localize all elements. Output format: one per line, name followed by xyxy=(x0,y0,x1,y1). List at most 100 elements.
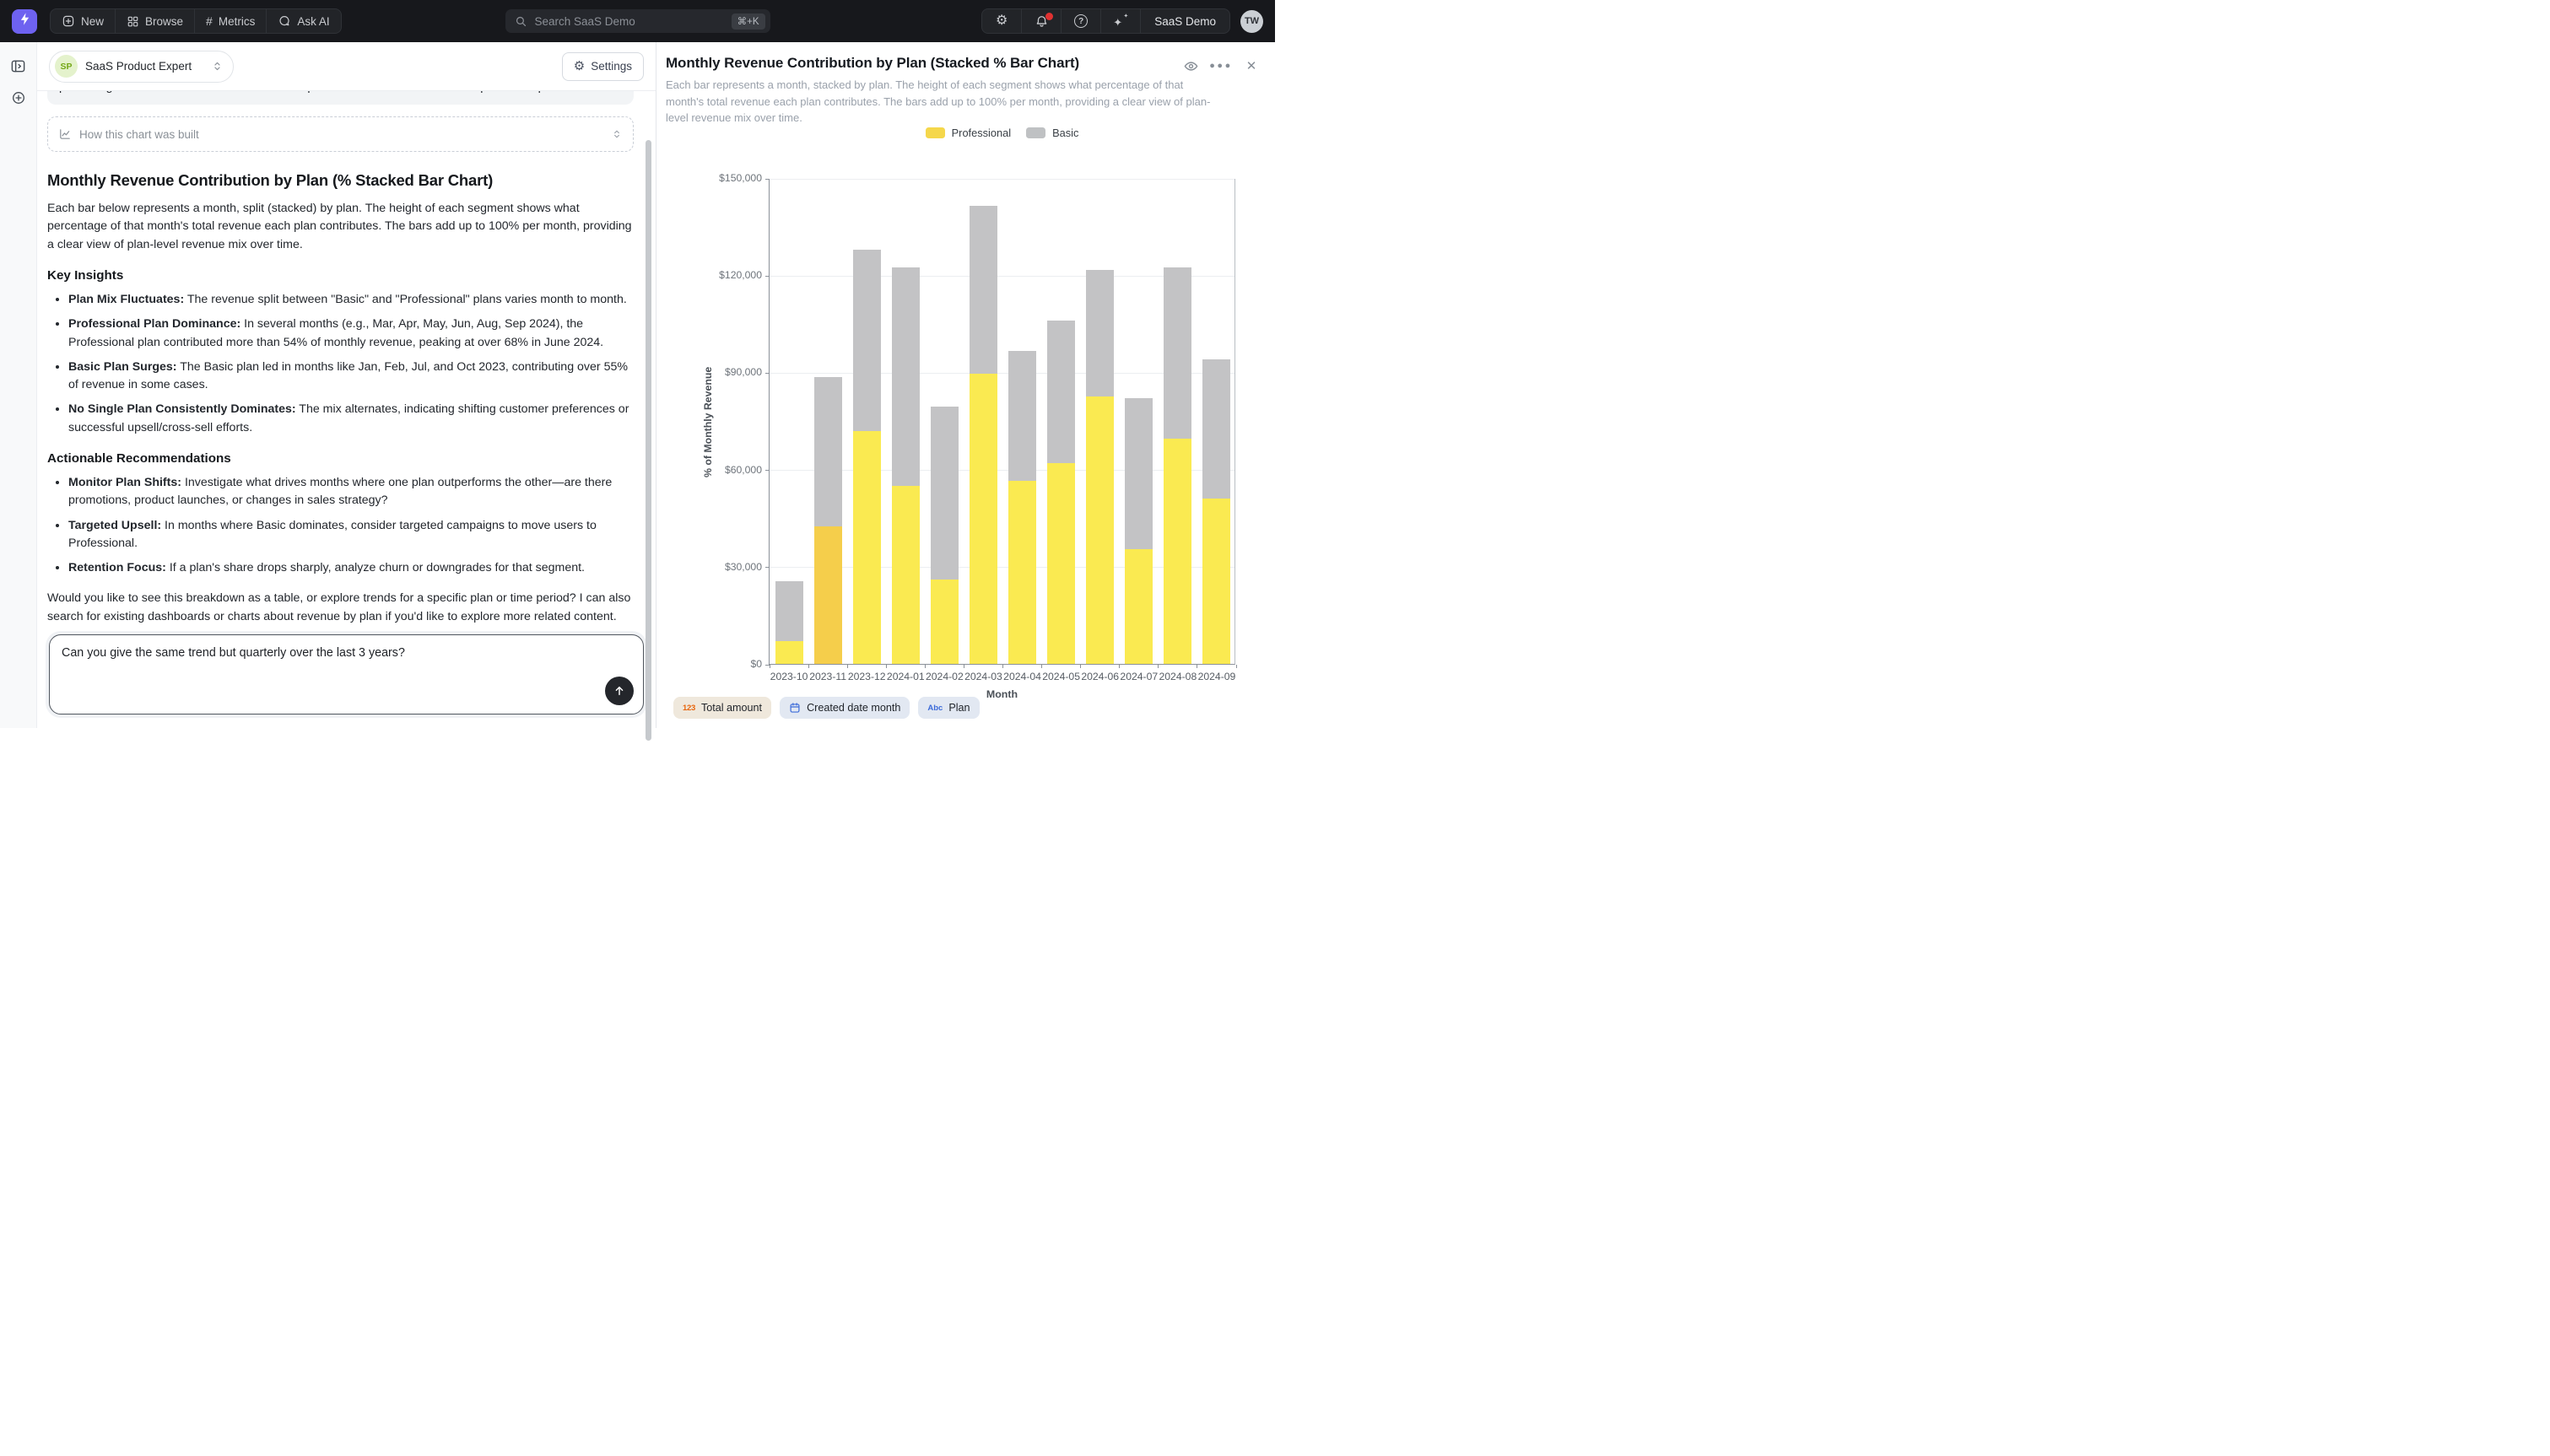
legend-label: Professional xyxy=(952,127,1011,139)
more-options-button[interactable]: ●●● xyxy=(1212,57,1230,75)
segment-professional[interactable] xyxy=(1164,439,1191,664)
bar-2024-05[interactable] xyxy=(1047,321,1075,664)
x-tick-label: 2023-10 xyxy=(770,671,808,682)
y-tick-label: $150,000 xyxy=(706,172,762,184)
chat-scroll-area[interactable]: 3 minutes ago give me a bar chart where … xyxy=(37,91,656,633)
ai-assistant-button[interactable]: ✦✦ xyxy=(1101,9,1140,33)
x-tick-mark xyxy=(886,665,887,668)
response-intro: Each bar below represents a month, split… xyxy=(47,200,634,254)
segment-basic[interactable] xyxy=(970,206,997,375)
segment-basic[interactable] xyxy=(1164,267,1191,439)
gridline xyxy=(770,179,1234,180)
response-title: Monthly Revenue Contribution by Plan (% … xyxy=(47,171,634,190)
segment-basic[interactable] xyxy=(1047,321,1075,463)
x-tick-label: 2023-11 xyxy=(808,671,847,682)
response-outro: Would you like to see this breakdown as … xyxy=(47,590,634,626)
nav-ask-ai-label: Ask AI xyxy=(297,15,329,28)
collapse-sidebar-button[interactable] xyxy=(8,56,29,76)
tag-total-amount[interactable]: 123 Total amount xyxy=(673,697,771,719)
settings-gear-button[interactable]: ⚙ xyxy=(982,9,1021,33)
chart-line-icon xyxy=(58,127,72,141)
y-tick-label: $60,000 xyxy=(706,464,762,476)
bar-2023-11[interactable] xyxy=(814,377,842,664)
segment-basic[interactable] xyxy=(1008,351,1036,481)
panel-toggle-icon xyxy=(10,58,26,74)
segment-professional[interactable] xyxy=(970,374,997,664)
chat-scrollbar-thumb[interactable] xyxy=(646,140,651,741)
search-shortcut-badge: ⌘+K xyxy=(732,13,765,30)
segment-basic[interactable] xyxy=(892,267,920,486)
segment-professional[interactable] xyxy=(1008,481,1036,664)
new-button[interactable]: New xyxy=(51,9,115,33)
notifications-button[interactable] xyxy=(1022,9,1061,33)
help-icon: ? xyxy=(1074,14,1088,28)
nav-ask-ai[interactable]: Ask AI xyxy=(267,9,340,33)
segment-basic[interactable] xyxy=(1125,398,1153,549)
bar-2024-02[interactable] xyxy=(931,407,959,664)
left-rail xyxy=(0,42,37,728)
legend-item-professional[interactable]: Professional xyxy=(926,127,1011,139)
close-panel-button[interactable]: ✕ xyxy=(1242,57,1261,75)
x-tick-label: 2024-02 xyxy=(925,671,964,682)
how-chart-built-expander[interactable]: How this chart was built xyxy=(47,116,634,152)
bar-2024-09[interactable] xyxy=(1202,359,1230,664)
avatar-initials: TW xyxy=(1245,16,1259,26)
app-window: New Browse # Metrics Ask AI xyxy=(0,0,1275,728)
bar-2024-08[interactable] xyxy=(1164,267,1191,664)
user-avatar[interactable]: TW xyxy=(1240,10,1263,33)
view-button[interactable] xyxy=(1181,57,1200,75)
agent-selector[interactable]: SP SaaS Product Expert xyxy=(49,51,234,83)
new-thread-button[interactable] xyxy=(8,88,29,108)
segment-professional[interactable] xyxy=(853,431,881,664)
bar-2024-07[interactable] xyxy=(1125,398,1153,664)
segment-basic[interactable] xyxy=(1086,270,1114,396)
response-sections: Key InsightsPlan Mix Fluctuates: The rev… xyxy=(47,268,634,578)
legend-item-basic[interactable]: Basic xyxy=(1026,127,1078,139)
bar-chart-plot: $0$30,000$60,000$90,000$120,000$150,0002… xyxy=(769,179,1235,665)
segment-basic[interactable] xyxy=(775,581,803,641)
agent-settings-button[interactable]: ⚙ Settings xyxy=(562,52,644,81)
bar-2024-01[interactable] xyxy=(892,267,920,664)
segment-professional[interactable] xyxy=(931,580,959,664)
y-tick-mark xyxy=(765,470,770,471)
segment-professional[interactable] xyxy=(814,526,842,664)
x-tick-label: 2024-08 xyxy=(1159,671,1197,682)
message-input[interactable]: Can you give the same trend but quarterl… xyxy=(50,635,643,714)
help-button[interactable]: ? xyxy=(1062,9,1100,33)
bullet-list: Monitor Plan Shifts: Investigate what dr… xyxy=(47,474,634,577)
composer: Can you give the same trend but quarterl… xyxy=(37,633,656,728)
segment-professional[interactable] xyxy=(1086,396,1114,664)
user-message: give me a bar chart where Each bar repre… xyxy=(47,91,634,105)
assistant-message: Monthly Revenue Contribution by Plan (% … xyxy=(47,171,634,626)
global-search-input[interactable]: Search SaaS Demo ⌘+K xyxy=(505,9,770,33)
gear-icon: ⚙ xyxy=(574,60,585,73)
segment-professional[interactable] xyxy=(1125,549,1153,664)
x-tick-mark xyxy=(1119,665,1120,668)
segment-professional[interactable] xyxy=(1202,499,1230,664)
segment-professional[interactable] xyxy=(892,486,920,664)
bar-2023-10[interactable] xyxy=(775,581,803,664)
send-button[interactable] xyxy=(605,677,634,705)
segment-basic[interactable] xyxy=(853,250,881,431)
project-switcher[interactable]: SaaS Demo xyxy=(1141,9,1229,33)
arrow-up-icon xyxy=(613,684,626,698)
segment-basic[interactable] xyxy=(814,377,842,526)
nav-metrics[interactable]: # Metrics xyxy=(195,9,266,33)
nav-browse[interactable]: Browse xyxy=(116,9,194,33)
tag-plan[interactable]: Abc Plan xyxy=(918,697,979,719)
bar-2023-12[interactable] xyxy=(853,249,881,664)
bar-2024-03[interactable] xyxy=(970,206,997,664)
segment-professional[interactable] xyxy=(1047,463,1075,664)
x-tick-mark xyxy=(1158,665,1159,668)
app-logo[interactable] xyxy=(12,9,37,34)
bar-2024-06[interactable] xyxy=(1086,270,1114,664)
bar-2024-04[interactable] xyxy=(1008,351,1036,664)
segment-professional[interactable] xyxy=(775,641,803,664)
tag-created-date-month[interactable]: Created date month xyxy=(780,697,910,719)
segment-basic[interactable] xyxy=(931,407,959,580)
legend-swatch xyxy=(926,127,945,138)
segment-basic[interactable] xyxy=(1202,359,1230,499)
section-heading: Actionable Recommendations xyxy=(47,451,634,466)
sparkles-icon: ✦✦ xyxy=(1113,13,1128,29)
field-tags: 123 Total amount Created date month Abc … xyxy=(673,697,980,719)
